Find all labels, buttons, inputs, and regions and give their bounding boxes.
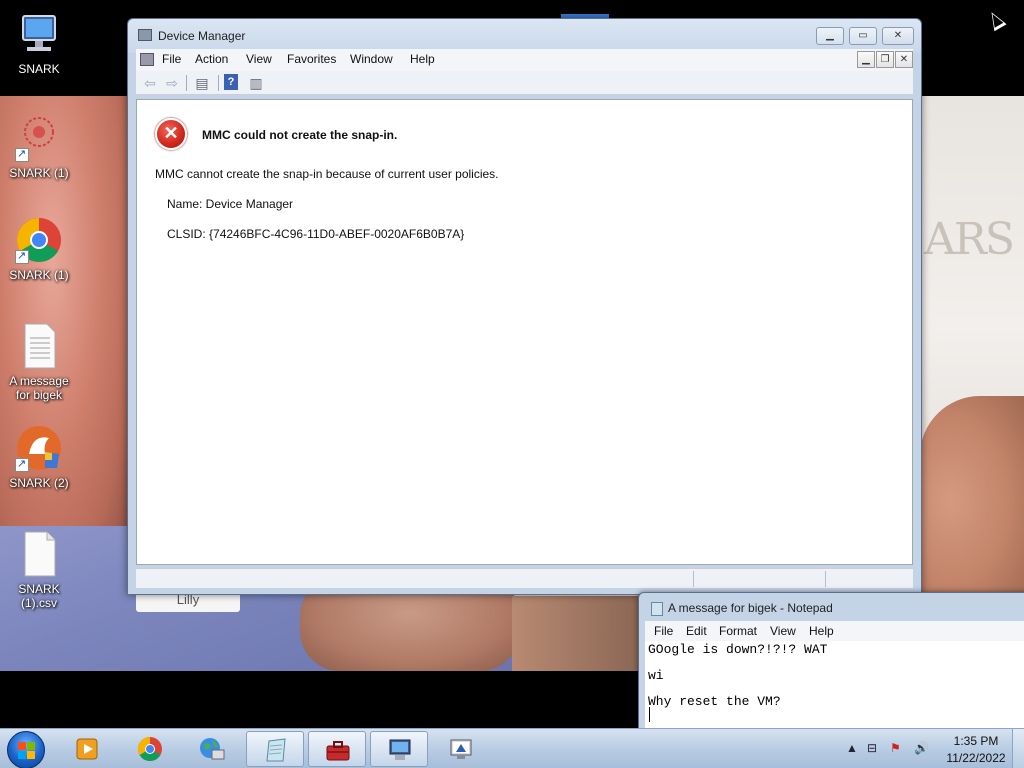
chrome-icon — [137, 737, 162, 762]
desktop-icon-chrome[interactable]: SNARK (1) — [1, 216, 77, 282]
child-close-button[interactable]: ✕ — [895, 51, 913, 68]
notepad-line: wi — [648, 668, 664, 683]
blank-file-icon — [15, 530, 63, 578]
error-icon — [155, 118, 187, 150]
taskbar-media-player[interactable] — [59, 731, 117, 767]
computer-management-icon — [389, 739, 411, 760]
menu-action[interactable]: Action — [195, 52, 228, 66]
snapin-clsid: CLSID: {74246BFC-4C96-11D0-ABEF-0020AF6B… — [167, 227, 465, 241]
notepad-text-area[interactable]: GOogle is down?!?!? WAT wi Why reset the… — [645, 641, 1024, 728]
network-status-icon[interactable]: ⊟ — [867, 741, 877, 755]
notepad-app-icon — [651, 602, 663, 616]
show-desktop-button[interactable] — [1012, 729, 1024, 768]
notepad-menu-file[interactable]: File — [654, 624, 673, 638]
forward-arrow-icon[interactable]: ⇨ — [162, 74, 182, 92]
notepad-menu-view[interactable]: View — [770, 624, 796, 638]
desktop-icon-snark[interactable]: SNARK — [1, 10, 77, 76]
menubar: File Action View Favorites Window Help ▁… — [136, 49, 913, 71]
text-caret — [649, 707, 650, 722]
remote-desktop-icon — [450, 739, 472, 759]
action-center-icon[interactable]: ⚑ — [890, 741, 901, 755]
taskbar: ▲ ⊟ ⚑ 🔊 1:35 PM 11/22/2022 — [0, 728, 1024, 768]
taskbar-computer-management[interactable] — [370, 731, 428, 767]
start-button[interactable] — [7, 731, 45, 768]
taskbar-chrome[interactable] — [121, 731, 179, 767]
taskbar-toolbox[interactable] — [308, 731, 366, 767]
toolbar-separator — [186, 75, 187, 91]
wallpaper-text: ARS — [924, 214, 1015, 265]
windows-logo-icon — [18, 742, 36, 760]
taskbar-notepad[interactable] — [246, 731, 304, 767]
clock-date[interactable]: 11/22/2022 — [944, 751, 1008, 765]
desktop-icon-label: SNARK — [18, 62, 60, 76]
toolbox-icon — [326, 741, 350, 761]
desktop: ARS Lilly SNARK SNARK (1) SNARK (1) A me… — [0, 0, 1024, 728]
wallpaper-brown — [512, 596, 642, 671]
shortcut-arrow-icon — [15, 147, 29, 162]
setup-icon — [15, 424, 63, 472]
show-hide-tree-icon[interactable]: ▤ — [192, 74, 212, 92]
notepad-menu-edit[interactable]: Edit — [686, 624, 707, 638]
desktop-icon-label: A message for bigek — [9, 374, 69, 402]
menu-favorites[interactable]: Favorites — [287, 52, 336, 66]
desktop-icon-snark-2[interactable]: SNARK (2) — [1, 424, 77, 490]
maximize-button[interactable]: ▭ — [849, 27, 877, 45]
menu-help[interactable]: Help — [410, 52, 435, 66]
notepad-window: A message for bigek - Notepad File Edit … — [638, 592, 1024, 728]
computer-icon — [15, 10, 63, 58]
child-minimize-button[interactable]: ▁ — [857, 51, 875, 68]
action-pane-icon[interactable]: ▥ — [246, 74, 266, 92]
notepad-line: GOogle is down?!?!? WAT — [648, 642, 828, 657]
text-file-icon — [15, 322, 63, 370]
desktop-icon-csv[interactable]: SNARK (1).csv — [1, 530, 77, 610]
network-shortcut-icon — [15, 114, 63, 162]
desktop-icon-label: SNARK (2) — [9, 476, 69, 490]
back-arrow-icon[interactable]: ⇦ — [140, 74, 160, 92]
taskbar-remote-desktop[interactable] — [432, 731, 490, 767]
desktop-icon-snark-1[interactable]: SNARK (1) — [1, 114, 77, 180]
notepad-menu-help[interactable]: Help — [809, 624, 834, 638]
device-manager-window: Device Manager ▁ ▭ ✕ File Action View Fa… — [127, 18, 922, 595]
shortcut-arrow-icon — [15, 457, 29, 472]
desktop-icon-message[interactable]: A message for bigek — [1, 322, 77, 402]
show-hidden-icons-icon[interactable]: ▲ — [846, 741, 858, 755]
menu-window[interactable]: Window — [350, 52, 393, 66]
desktop-icon-label: SNARK (1) — [9, 268, 69, 282]
child-restore-button[interactable]: ❐ — [876, 51, 894, 68]
status-bar — [136, 568, 913, 588]
mmc-app-icon — [138, 29, 152, 41]
error-title: MMC could not create the snap-in. — [202, 128, 398, 142]
chrome-icon — [15, 216, 63, 264]
desktop-icon-label: SNARK (1).csv — [18, 582, 60, 610]
wallpaper-person-right — [920, 396, 1024, 606]
menu-file[interactable]: File — [162, 52, 181, 66]
minimize-button[interactable]: ▁ — [816, 27, 844, 45]
window-titlebar[interactable]: Device Manager ▁ ▭ ✕ — [128, 19, 921, 53]
toolbar-separator — [218, 75, 219, 91]
snapin-error-pane: MMC could not create the snap-in. MMC ca… — [136, 99, 913, 565]
snapin-name: Name: Device Manager — [167, 197, 294, 211]
notepad-line: Why reset the VM? — [648, 694, 781, 709]
notepad-menubar: File Edit Format View Help — [645, 621, 1024, 641]
media-player-icon — [76, 738, 98, 760]
network-globe-icon — [200, 738, 225, 760]
menu-view[interactable]: View — [246, 52, 272, 66]
clock-time[interactable]: 1:35 PM — [944, 734, 1008, 748]
toolbar: ⇦ ⇨ ▤ ? ▥ — [136, 71, 913, 95]
status-segment — [825, 571, 826, 587]
taskbar-network[interactable] — [183, 731, 241, 767]
window-title: Device Manager — [158, 29, 246, 43]
status-segment — [693, 571, 694, 587]
notepad-menu-format[interactable]: Format — [719, 624, 757, 638]
console-icon[interactable] — [140, 53, 154, 66]
notepad-icon — [266, 738, 286, 762]
notepad-title[interactable]: A message for bigek - Notepad — [668, 601, 833, 615]
close-button[interactable]: ✕ — [882, 27, 914, 45]
error-message: MMC cannot create the snap-in because of… — [155, 167, 499, 181]
help-icon[interactable]: ? — [224, 74, 238, 90]
shortcut-arrow-icon — [15, 249, 29, 264]
mouse-pointer-icon — [985, 8, 1007, 32]
volume-icon[interactable]: 🔊 — [914, 741, 929, 755]
desktop-icon-label: SNARK (1) — [9, 166, 69, 180]
